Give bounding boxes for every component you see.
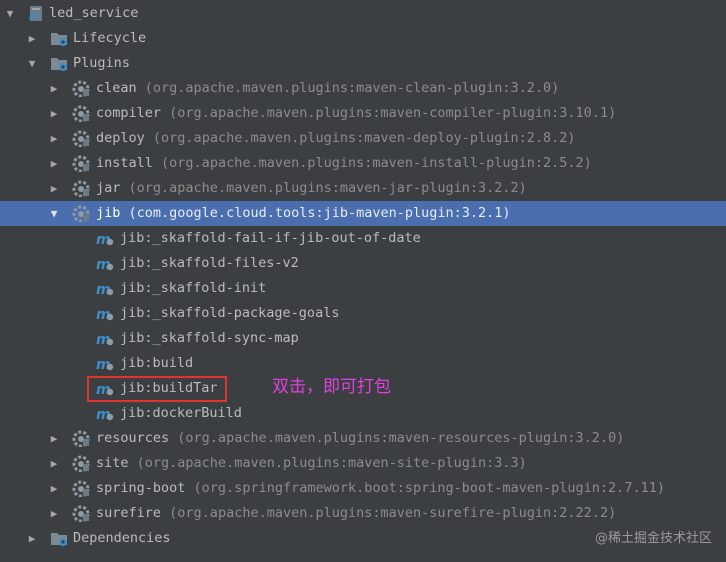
plugin-name: install <box>96 155 153 171</box>
maven-goal-icon <box>96 330 114 347</box>
goal-row[interactable]: jib:dockerBuild <box>0 401 726 426</box>
dependencies-folder-icon <box>50 530 68 547</box>
plugins-label: Plugins <box>73 55 130 71</box>
maven-goal-icon <box>96 280 114 297</box>
chevron-right-icon[interactable]: ▶ <box>47 426 61 451</box>
goal-label: jib:_skaffold-fail-if-jib-out-of-date <box>120 230 421 246</box>
chevron-down-icon[interactable]: ▼ <box>3 1 17 26</box>
chevron-right-icon[interactable]: ▶ <box>47 176 61 201</box>
goal-row[interactable]: jib:_skaffold-package-goals <box>0 301 726 326</box>
plugin-name: jar <box>96 180 121 196</box>
tree-row-project[interactable]: ▼ led_service <box>0 1 726 26</box>
plugin-coordinates: (org.apache.maven.plugins:maven-surefire… <box>169 505 617 521</box>
plugin-gear-icon <box>72 180 90 197</box>
plugin-row-resources[interactable]: ▶ resources (org.apache.maven.plugins:ma… <box>0 426 726 451</box>
tree-row-plugins[interactable]: ▼ Plugins <box>0 51 726 76</box>
plugin-name: deploy <box>96 130 145 146</box>
plugin-coordinates: (org.apache.maven.plugins:maven-resource… <box>177 430 625 446</box>
chevron-down-icon[interactable]: ▼ <box>47 201 61 226</box>
plugin-gear-icon <box>72 105 90 122</box>
plugin-gear-icon <box>72 455 90 472</box>
plugin-row-deploy[interactable]: ▶ deploy (org.apache.maven.plugins:maven… <box>0 126 726 151</box>
plugin-name: compiler <box>96 105 162 121</box>
lifecycle-folder-icon <box>50 30 68 47</box>
chevron-right-icon[interactable]: ▶ <box>25 26 39 51</box>
plugin-gear-icon <box>72 205 90 222</box>
plugin-row-jar[interactable]: ▶ jar (org.apache.maven.plugins:maven-ja… <box>0 176 726 201</box>
plugin-row-install[interactable]: ▶ install (org.apache.maven.plugins:mave… <box>0 151 726 176</box>
plugin-coordinates: (org.apache.maven.plugins:maven-deploy-p… <box>152 130 576 146</box>
chevron-right-icon[interactable]: ▶ <box>47 501 61 526</box>
chevron-down-icon[interactable]: ▼ <box>25 51 39 76</box>
chevron-right-icon[interactable]: ▶ <box>47 476 61 501</box>
dependencies-label: Dependencies <box>73 530 171 546</box>
maven-goal-icon <box>96 305 114 322</box>
maven-project-icon <box>27 5 45 22</box>
chevron-right-icon[interactable]: ▶ <box>47 126 61 151</box>
maven-goal-icon <box>96 405 114 422</box>
plugin-gear-icon <box>72 130 90 147</box>
goal-label: jib:_skaffold-sync-map <box>120 330 299 346</box>
plugin-name: clean <box>96 80 137 96</box>
plugin-row-jib[interactable]: ▼ jib (com.google.cloud.tools:jib-maven-… <box>0 201 726 226</box>
lifecycle-label: Lifecycle <box>73 30 147 46</box>
goal-label: jib:build <box>120 355 194 371</box>
maven-tree: ▼ led_service ▶ Lifecycle ▼ Plugins ▶ cl… <box>0 1 726 551</box>
chevron-right-icon[interactable]: ▶ <box>47 76 61 101</box>
plugin-gear-icon <box>72 480 90 497</box>
plugin-coordinates: (org.apache.maven.plugins:maven-clean-pl… <box>144 80 560 96</box>
buildtar-highlight-box <box>87 376 227 402</box>
plugin-name: spring-boot <box>96 480 186 496</box>
maven-goal-icon <box>96 355 114 372</box>
plugin-name: resources <box>96 430 170 446</box>
plugin-row-clean[interactable]: ▶ clean (org.apache.maven.plugins:maven-… <box>0 76 726 101</box>
plugin-coordinates: (org.apache.maven.plugins:maven-install-… <box>161 155 592 171</box>
plugin-row-compiler[interactable]: ▶ compiler (org.apache.maven.plugins:mav… <box>0 101 726 126</box>
plugin-coordinates: (com.google.cloud.tools:jib-maven-plugin… <box>128 205 511 221</box>
maven-goal-icon <box>96 230 114 247</box>
plugin-gear-icon <box>72 430 90 447</box>
goal-label: jib:_skaffold-package-goals <box>120 305 340 321</box>
plugin-coordinates: (org.apache.maven.plugins:maven-compiler… <box>169 105 617 121</box>
plugin-row-site[interactable]: ▶ site (org.apache.maven.plugins:maven-s… <box>0 451 726 476</box>
plugin-row-surefire[interactable]: ▶ surefire (org.apache.maven.plugins:mav… <box>0 501 726 526</box>
plugin-name: site <box>96 455 129 471</box>
plugin-gear-icon <box>72 80 90 97</box>
goal-row[interactable]: jib:_skaffold-files-v2 <box>0 251 726 276</box>
plugin-row-spring-boot[interactable]: ▶ spring-boot (org.springframework.boot:… <box>0 476 726 501</box>
maven-goal-icon <box>96 255 114 272</box>
chevron-right-icon[interactable]: ▶ <box>25 526 39 551</box>
goal-label: jib:_skaffold-files-v2 <box>120 255 299 271</box>
goal-row[interactable]: jib:_skaffold-fail-if-jib-out-of-date <box>0 226 726 251</box>
plugins-folder-icon <box>50 55 68 72</box>
chevron-right-icon[interactable]: ▶ <box>47 151 61 176</box>
goal-label: jib:_skaffold-init <box>120 280 267 296</box>
goal-row[interactable]: jib:_skaffold-init <box>0 276 726 301</box>
goal-label: jib:dockerBuild <box>120 405 242 421</box>
watermark: @稀土掘金技术社区 <box>594 531 712 546</box>
plugin-gear-icon <box>72 155 90 172</box>
project-name: led_service <box>49 5 139 21</box>
plugin-coordinates: (org.apache.maven.plugins:maven-site-plu… <box>136 455 527 471</box>
chevron-right-icon[interactable]: ▶ <box>47 101 61 126</box>
plugin-name: surefire <box>96 505 162 521</box>
goal-row[interactable]: jib:_skaffold-sync-map <box>0 326 726 351</box>
annotation-text: 双击，即可打包 <box>272 377 391 397</box>
tree-row-lifecycle[interactable]: ▶ Lifecycle <box>0 26 726 51</box>
plugin-name: jib <box>96 205 121 221</box>
plugin-coordinates: (org.springframework.boot:spring-boot-ma… <box>193 480 665 496</box>
plugin-coordinates: (org.apache.maven.plugins:maven-jar-plug… <box>128 180 527 196</box>
chevron-right-icon[interactable]: ▶ <box>47 451 61 476</box>
plugin-gear-icon <box>72 505 90 522</box>
